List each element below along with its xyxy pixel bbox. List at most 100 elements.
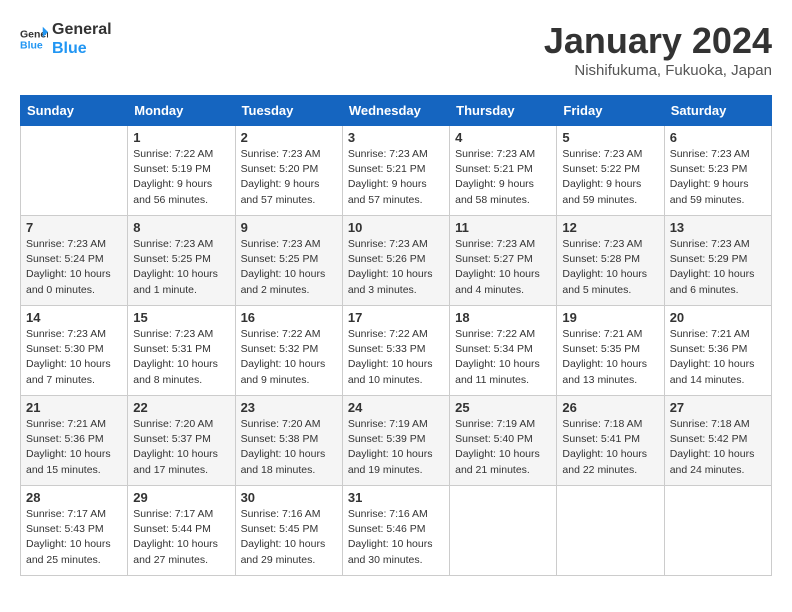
daylight-label: Daylight: 10 hours and 19 minutes. [348,448,433,475]
daylight-label: Daylight: 10 hours and 2 minutes. [241,268,326,295]
sunset-label: Sunset: 5:42 PM [670,433,748,445]
daylight-label: Daylight: 10 hours and 22 minutes. [562,448,647,475]
daylight-label: Daylight: 9 hours and 59 minutes. [670,178,749,205]
day-number: 26 [562,400,658,415]
calendar-cell: 22 Sunrise: 7:20 AM Sunset: 5:37 PM Dayl… [128,396,235,486]
sunset-label: Sunset: 5:29 PM [670,253,748,265]
col-header-monday: Monday [128,96,235,126]
sunrise-label: Sunrise: 7:23 AM [670,148,750,160]
calendar-cell: 4 Sunrise: 7:23 AM Sunset: 5:21 PM Dayli… [450,126,557,216]
calendar-cell: 19 Sunrise: 7:21 AM Sunset: 5:35 PM Dayl… [557,306,664,396]
day-number: 4 [455,130,551,145]
sunrise-label: Sunrise: 7:22 AM [455,328,535,340]
sunrise-label: Sunrise: 7:16 AM [348,508,428,520]
day-number: 16 [241,310,337,325]
calendar-cell: 21 Sunrise: 7:21 AM Sunset: 5:36 PM Dayl… [21,396,128,486]
day-number: 7 [26,220,122,235]
day-info: Sunrise: 7:22 AM Sunset: 5:19 PM Dayligh… [133,147,229,208]
calendar-week-2: 7 Sunrise: 7:23 AM Sunset: 5:24 PM Dayli… [21,216,772,306]
day-info: Sunrise: 7:21 AM Sunset: 5:35 PM Dayligh… [562,327,658,388]
sunrise-label: Sunrise: 7:23 AM [348,238,428,250]
day-info: Sunrise: 7:19 AM Sunset: 5:40 PM Dayligh… [455,417,551,478]
sunset-label: Sunset: 5:24 PM [26,253,104,265]
col-header-friday: Friday [557,96,664,126]
daylight-label: Daylight: 10 hours and 4 minutes. [455,268,540,295]
calendar-week-5: 28 Sunrise: 7:17 AM Sunset: 5:43 PM Dayl… [21,486,772,576]
sunset-label: Sunset: 5:44 PM [133,523,211,535]
calendar-cell: 7 Sunrise: 7:23 AM Sunset: 5:24 PM Dayli… [21,216,128,306]
sunrise-label: Sunrise: 7:17 AM [133,508,213,520]
day-number: 12 [562,220,658,235]
day-info: Sunrise: 7:18 AM Sunset: 5:42 PM Dayligh… [670,417,766,478]
sunset-label: Sunset: 5:33 PM [348,343,426,355]
day-number: 30 [241,490,337,505]
day-number: 13 [670,220,766,235]
day-info: Sunrise: 7:17 AM Sunset: 5:44 PM Dayligh… [133,507,229,568]
day-number: 28 [26,490,122,505]
sunrise-label: Sunrise: 7:23 AM [133,238,213,250]
calendar-cell: 8 Sunrise: 7:23 AM Sunset: 5:25 PM Dayli… [128,216,235,306]
day-info: Sunrise: 7:23 AM Sunset: 5:21 PM Dayligh… [348,147,444,208]
daylight-label: Daylight: 10 hours and 21 minutes. [455,448,540,475]
page-header: General Blue General Blue January 2024 N… [20,20,772,79]
calendar-cell: 17 Sunrise: 7:22 AM Sunset: 5:33 PM Dayl… [342,306,449,396]
sunset-label: Sunset: 5:46 PM [348,523,426,535]
calendar-cell: 18 Sunrise: 7:22 AM Sunset: 5:34 PM Dayl… [450,306,557,396]
day-number: 15 [133,310,229,325]
calendar-cell: 13 Sunrise: 7:23 AM Sunset: 5:29 PM Dayl… [664,216,771,306]
col-header-sunday: Sunday [21,96,128,126]
day-number: 9 [241,220,337,235]
day-number: 8 [133,220,229,235]
day-number: 27 [670,400,766,415]
calendar-cell [21,126,128,216]
sunrise-label: Sunrise: 7:22 AM [241,328,321,340]
sunrise-label: Sunrise: 7:18 AM [670,418,750,430]
sunrise-label: Sunrise: 7:23 AM [26,328,106,340]
day-info: Sunrise: 7:20 AM Sunset: 5:37 PM Dayligh… [133,417,229,478]
sunrise-label: Sunrise: 7:23 AM [455,238,535,250]
sunset-label: Sunset: 5:23 PM [670,163,748,175]
day-number: 23 [241,400,337,415]
day-number: 1 [133,130,229,145]
calendar-cell: 10 Sunrise: 7:23 AM Sunset: 5:26 PM Dayl… [342,216,449,306]
sunset-label: Sunset: 5:30 PM [26,343,104,355]
col-header-saturday: Saturday [664,96,771,126]
sunrise-label: Sunrise: 7:23 AM [133,328,213,340]
sunset-label: Sunset: 5:21 PM [455,163,533,175]
day-info: Sunrise: 7:23 AM Sunset: 5:24 PM Dayligh… [26,237,122,298]
calendar-cell: 29 Sunrise: 7:17 AM Sunset: 5:44 PM Dayl… [128,486,235,576]
calendar-week-3: 14 Sunrise: 7:23 AM Sunset: 5:30 PM Dayl… [21,306,772,396]
day-info: Sunrise: 7:16 AM Sunset: 5:46 PM Dayligh… [348,507,444,568]
day-number: 5 [562,130,658,145]
day-info: Sunrise: 7:16 AM Sunset: 5:45 PM Dayligh… [241,507,337,568]
sunrise-label: Sunrise: 7:23 AM [241,238,321,250]
calendar-cell: 11 Sunrise: 7:23 AM Sunset: 5:27 PM Dayl… [450,216,557,306]
daylight-label: Daylight: 10 hours and 15 minutes. [26,448,111,475]
sunset-label: Sunset: 5:32 PM [241,343,319,355]
sunset-label: Sunset: 5:34 PM [455,343,533,355]
day-info: Sunrise: 7:23 AM Sunset: 5:25 PM Dayligh… [241,237,337,298]
daylight-label: Daylight: 10 hours and 30 minutes. [348,538,433,565]
day-info: Sunrise: 7:23 AM Sunset: 5:29 PM Dayligh… [670,237,766,298]
calendar-cell: 25 Sunrise: 7:19 AM Sunset: 5:40 PM Dayl… [450,396,557,486]
day-info: Sunrise: 7:20 AM Sunset: 5:38 PM Dayligh… [241,417,337,478]
logo-general: General [52,20,112,39]
calendar-table: SundayMondayTuesdayWednesdayThursdayFrid… [20,95,772,576]
daylight-label: Daylight: 10 hours and 11 minutes. [455,358,540,385]
sunrise-label: Sunrise: 7:19 AM [455,418,535,430]
sunrise-label: Sunrise: 7:23 AM [241,148,321,160]
sunrise-label: Sunrise: 7:23 AM [562,238,642,250]
day-info: Sunrise: 7:23 AM Sunset: 5:20 PM Dayligh… [241,147,337,208]
col-header-thursday: Thursday [450,96,557,126]
daylight-label: Daylight: 10 hours and 24 minutes. [670,448,755,475]
logo-icon: General Blue [20,25,48,53]
day-number: 31 [348,490,444,505]
calendar-header: SundayMondayTuesdayWednesdayThursdayFrid… [21,96,772,126]
daylight-label: Daylight: 9 hours and 58 minutes. [455,178,534,205]
month-title: January 2024 [544,20,772,62]
calendar-week-4: 21 Sunrise: 7:21 AM Sunset: 5:36 PM Dayl… [21,396,772,486]
sunset-label: Sunset: 5:26 PM [348,253,426,265]
sunrise-label: Sunrise: 7:22 AM [133,148,213,160]
calendar-cell: 26 Sunrise: 7:18 AM Sunset: 5:41 PM Dayl… [557,396,664,486]
svg-text:Blue: Blue [20,40,43,52]
